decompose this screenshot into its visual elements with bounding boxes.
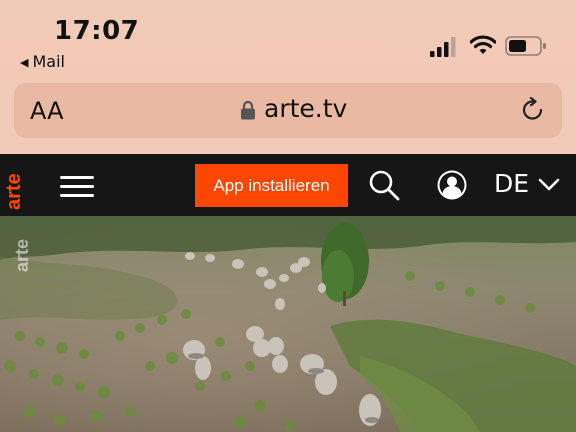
menu-icon[interactable]	[60, 176, 94, 197]
arte-logo[interactable]: arte	[1, 160, 25, 212]
svg-text:arte: arte	[3, 173, 25, 210]
install-app-button[interactable]: App installieren	[195, 164, 348, 207]
back-to-app-link[interactable]: ◀ Mail	[20, 52, 65, 71]
chevron-down-icon[interactable]	[538, 178, 560, 192]
text-size-label: AA	[30, 97, 64, 125]
text-size-button[interactable]: AA	[30, 97, 64, 125]
user-icon[interactable]	[436, 169, 468, 201]
search-icon[interactable]	[368, 169, 400, 201]
hero-image: arte	[0, 216, 576, 432]
hero-video[interactable]: arte	[0, 216, 576, 432]
reload-icon[interactable]	[520, 97, 546, 123]
back-triangle-icon: ◀	[20, 56, 29, 69]
url-domain[interactable]: arte.tv	[264, 94, 347, 123]
language-selector[interactable]: DE	[494, 169, 529, 198]
cellular-signal-icon	[430, 37, 456, 57]
address-bar[interactable]: AA arte.tv	[14, 83, 562, 138]
status-bar: 17:07 ◀ Mail	[0, 0, 576, 80]
hero-watermark: arte	[12, 239, 32, 272]
wifi-icon	[470, 35, 496, 54]
site-navbar: arte App installieren DE	[0, 154, 576, 216]
status-time: 17:07	[54, 16, 140, 46]
lock-icon	[241, 100, 255, 120]
back-app-label: Mail	[32, 52, 65, 71]
battery-icon	[505, 36, 546, 56]
